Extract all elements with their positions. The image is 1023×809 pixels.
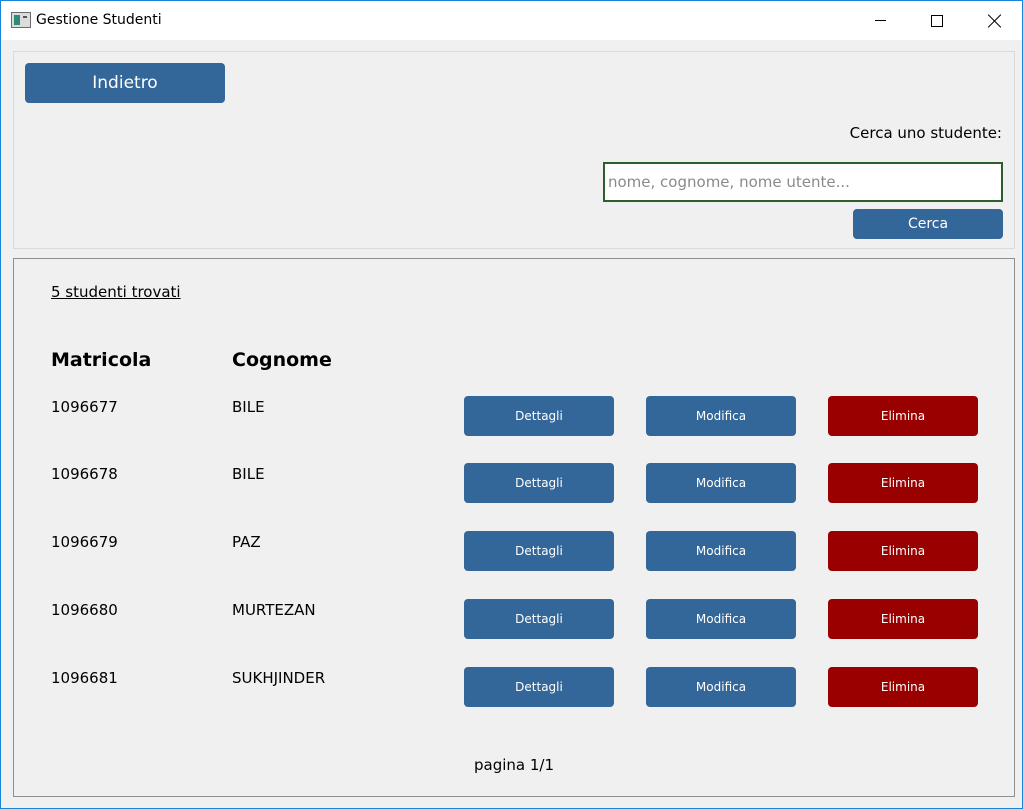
table-row: 1096680 MURTEZAN Dettagli Modifica Elimi… [14,599,1014,639]
table-row: 1096681 SUKHJINDER Dettagli Modifica Eli… [14,667,1014,707]
edit-button[interactable]: Modifica [646,396,796,436]
delete-button[interactable]: Elimina [828,667,978,707]
edit-button[interactable]: Modifica [646,599,796,639]
close-button[interactable] [966,1,1023,40]
column-header-matricola: Matricola [51,349,152,371]
title-bar[interactable]: Gestione Studenti [1,1,1022,40]
delete-button[interactable]: Elimina [828,396,978,436]
table-row: 1096678 BILE Dettagli Modifica Elimina [14,463,1014,503]
table-row: 1096679 PAZ Dettagli Modifica Elimina [14,531,1014,571]
column-header-cognome: Cognome [232,349,332,371]
close-icon [988,14,1002,28]
edit-button[interactable]: Modifica [646,667,796,707]
cell-matricola: 1096677 [51,398,118,416]
app-window: Gestione Studenti Indietro Cerca uno stu… [0,0,1023,809]
minimize-icon [874,20,886,21]
delete-button[interactable]: Elimina [828,531,978,571]
details-button[interactable]: Dettagli [464,667,614,707]
details-button[interactable]: Dettagli [464,396,614,436]
cell-matricola: 1096679 [51,533,118,551]
maximize-button[interactable] [908,1,966,40]
cell-cognome: SUKHJINDER [232,669,326,687]
search-button[interactable]: Cerca [853,209,1003,239]
delete-button[interactable]: Elimina [828,463,978,503]
cell-matricola: 1096678 [51,465,118,483]
app-window-icon [11,12,31,28]
minimize-button[interactable] [851,1,909,40]
details-button[interactable]: Dettagli [464,599,614,639]
table-row: 1096677 BILE Dettagli Modifica Elimina [14,396,1014,436]
cell-cognome: PAZ [232,533,261,551]
edit-button[interactable]: Modifica [646,463,796,503]
pagination-label: pagina 1/1 [473,756,554,774]
results-count: 5 studenti trovati [51,283,181,301]
results-panel: 5 studenti trovati Matricola Cognome 109… [13,258,1015,797]
search-label: Cerca uno studente: [849,124,1002,142]
cell-cognome: BILE [232,465,265,483]
window-title: Gestione Studenti [36,12,162,28]
details-button[interactable]: Dettagli [464,531,614,571]
cell-matricola: 1096681 [51,669,118,687]
cell-matricola: 1096680 [51,601,118,619]
back-button[interactable]: Indietro [25,63,225,103]
cell-cognome: BILE [232,398,265,416]
details-button[interactable]: Dettagli [464,463,614,503]
cell-cognome: MURTEZAN [232,601,316,619]
edit-button[interactable]: Modifica [646,531,796,571]
maximize-icon [931,14,943,27]
search-panel: Indietro Cerca uno studente: Cerca [13,51,1015,249]
delete-button[interactable]: Elimina [828,599,978,639]
search-input[interactable] [603,162,1003,202]
